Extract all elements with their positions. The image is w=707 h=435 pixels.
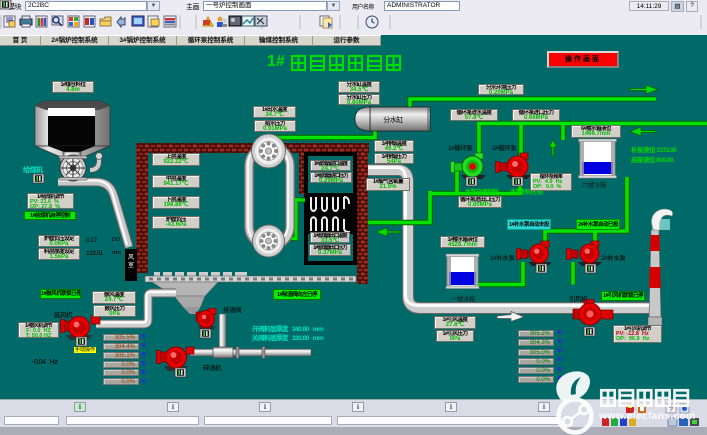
- svg-text:www.elecfans.com: www.elecfans.com: [598, 411, 696, 422]
